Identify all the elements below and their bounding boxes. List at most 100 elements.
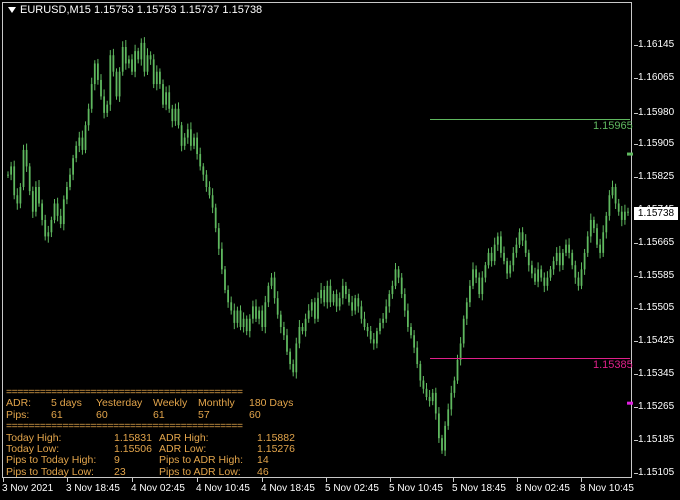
price-bar-body	[562, 252, 564, 266]
pips-180days: 60	[249, 408, 261, 421]
price-chart[interactable]: EURUSD,M15 1.15753 1.15753 1.15737 1.157…	[0, 0, 680, 500]
price-bar-body	[227, 289, 229, 303]
price-bar-body	[289, 351, 291, 365]
price-bar-body	[19, 187, 22, 204]
price-bar-body	[465, 302, 468, 319]
price-tick-label: 1.16065	[638, 71, 675, 83]
price-tick-label: 1.15505	[638, 302, 675, 314]
level-marker-icon	[627, 401, 633, 405]
adr-level-label: 1.15385	[593, 358, 633, 371]
price-bar-body	[239, 310, 242, 327]
price-bar-body	[137, 51, 140, 60]
price-bar-body	[165, 92, 167, 105]
price-tick-label: 1.15185	[638, 434, 675, 446]
price-bar-body	[558, 252, 561, 266]
price-bar-body	[534, 273, 536, 282]
price-bar-body	[56, 203, 59, 216]
price-bar-body	[462, 318, 465, 344]
price-bar-body	[394, 269, 397, 286]
price-bar-body	[444, 425, 446, 451]
price-bar-body	[490, 252, 493, 262]
price-bar-body	[565, 244, 567, 253]
price-bar-body	[323, 289, 326, 303]
pips-weekly: 61	[153, 408, 165, 421]
pips-label: Pips:	[6, 408, 30, 421]
price-bar-body	[81, 137, 84, 150]
stat-label: Pips to Today Low:	[6, 465, 94, 478]
price-bar-body	[611, 187, 614, 196]
price-bar-body	[217, 228, 220, 249]
time-tick-label: 3 Nov 2021	[2, 483, 54, 494]
time-tick-label: 8 Nov 10:45	[580, 483, 634, 494]
price-bar-body	[549, 269, 552, 278]
price-bar-body	[273, 277, 276, 299]
time-tick	[197, 478, 198, 482]
price-bar-body	[552, 261, 555, 270]
price-bar-body	[602, 232, 605, 253]
price-bar-body	[304, 318, 307, 332]
price-bar-body	[59, 215, 62, 225]
price-bar-body	[152, 59, 155, 85]
price-bar-body	[397, 269, 400, 278]
price-bar-body	[608, 195, 611, 216]
time-tick-label: 4 Nov 18:45	[261, 483, 315, 494]
price-bar-body	[366, 327, 369, 332]
price-bar-body	[543, 277, 546, 286]
price-bar-body	[379, 322, 381, 332]
price-bar-body	[90, 84, 93, 109]
price-bar-body	[403, 294, 406, 311]
price-bar-body	[360, 306, 363, 319]
price-bar-body	[177, 108, 180, 126]
price-bar-body	[252, 306, 254, 319]
price-bar-body	[221, 248, 223, 270]
price-bar-body	[351, 302, 353, 311]
price-bar-body	[438, 413, 440, 439]
price-bar-body	[186, 129, 189, 138]
price-tick-label: 1.15425	[638, 335, 675, 347]
price-bar-body	[506, 261, 508, 274]
price-bar-body	[298, 327, 301, 344]
level-marker-icon	[627, 152, 633, 156]
stats-row: Pips to Today Low: 23 Pips to ADR Low: 4…	[6, 465, 269, 478]
price-bar-body	[115, 71, 118, 97]
price-bar-body	[248, 318, 251, 332]
price-bar-body	[500, 236, 502, 253]
time-axis[interactable]: 3 Nov 2021 3 Nov 18:45 4 Nov 02:45 4 Nov 10…	[0, 480, 680, 500]
adr-info-panel: ========================================…	[6, 387, 295, 478]
price-axis[interactable]: 1.16145 1.16065 1.15980 1.15905 1.15825 1.157…	[634, 0, 680, 480]
dropdown-arrow-icon[interactable]	[8, 7, 16, 14]
price-bar-body	[53, 203, 56, 220]
price-bar-body	[28, 166, 31, 192]
price-bar-body	[481, 277, 484, 295]
price-bar-body	[583, 252, 586, 270]
price-bar-body	[376, 331, 378, 344]
price-bar-body	[78, 137, 81, 146]
price-bar-body	[7, 174, 9, 176]
price-bar-body	[493, 244, 496, 262]
price-bar-body	[568, 244, 570, 253]
price-bar-body	[441, 438, 443, 451]
price-bar-body	[512, 252, 515, 266]
time-tick-label: 8 Nov 02:45	[516, 483, 570, 494]
price-bar-body	[450, 392, 453, 410]
time-tick-label: 5 Nov 02:45	[325, 483, 379, 494]
price-bar-body	[100, 79, 102, 97]
price-bar-body	[416, 347, 419, 365]
price-bar-body	[496, 236, 499, 245]
price-bar-body	[242, 318, 245, 327]
price-bar-body	[332, 294, 335, 303]
time-tick	[132, 478, 133, 482]
price-bar-body	[400, 277, 403, 295]
price-bar-body	[202, 166, 205, 175]
price-tick-label: 1.15905	[638, 137, 675, 149]
price-bar-body	[577, 277, 580, 286]
price-bar-body	[472, 269, 474, 286]
price-bar-body	[93, 63, 96, 85]
price-tick-label: 1.15980	[638, 106, 675, 118]
chart-title: EURUSD,M15 1.15753 1.15753 1.15737 1.157…	[8, 4, 262, 16]
price-bar-body	[574, 265, 577, 278]
price-bar-body	[301, 327, 304, 332]
price-bar-body	[369, 331, 372, 340]
price-bar-body	[283, 327, 285, 336]
price-bar-body	[199, 154, 202, 167]
